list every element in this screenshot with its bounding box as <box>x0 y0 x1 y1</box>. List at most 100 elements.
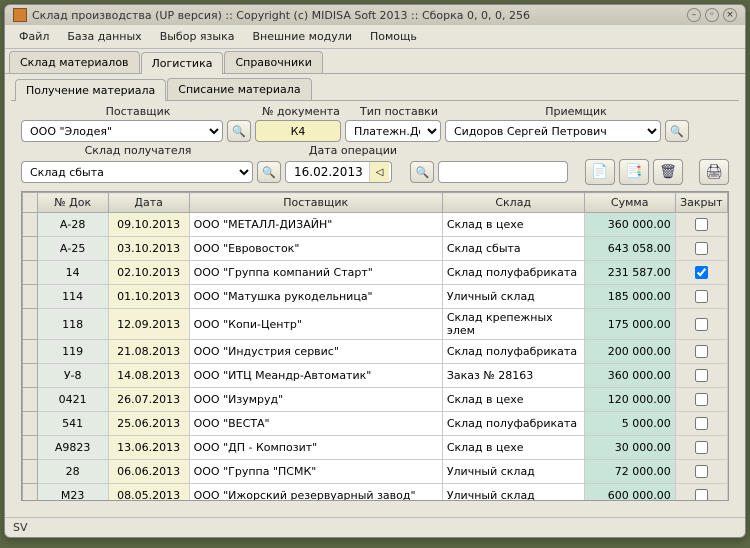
closed-checkbox[interactable] <box>695 218 708 231</box>
menu-lang[interactable]: Выбор языка <box>152 27 243 46</box>
cell-sum[interactable]: 200 000.00 <box>584 340 675 364</box>
cell-closed[interactable] <box>675 412 727 436</box>
cell-supplier[interactable]: ООО "Ижорский резервуарный завод" <box>189 484 442 502</box>
table-row[interactable]: М2308.05.2013ООО "Ижорский резервуарный … <box>23 484 728 502</box>
cell-warehouse[interactable]: Склад в цехе <box>442 213 584 237</box>
cell-sum[interactable]: 5 000.00 <box>584 412 675 436</box>
cell-doc[interactable]: А-28 <box>37 213 108 237</box>
cell-supplier[interactable]: ООО "Изумруд" <box>189 388 442 412</box>
cell-date[interactable]: 12.09.2013 <box>108 309 189 340</box>
cell-warehouse[interactable]: Склад сбыта <box>442 237 584 261</box>
cell-doc[interactable]: А-25 <box>37 237 108 261</box>
closed-checkbox[interactable] <box>695 489 708 501</box>
receiver-select[interactable]: Сидоров Сергей Петрович <box>445 120 661 142</box>
closed-checkbox[interactable] <box>695 465 708 478</box>
cell-date[interactable]: 25.06.2013 <box>108 412 189 436</box>
col-wh[interactable]: Склад <box>442 193 584 213</box>
menu-file[interactable]: Файл <box>11 27 57 46</box>
cell-supplier[interactable]: ООО "Индустрия сервис" <box>189 340 442 364</box>
cell-doc[interactable]: М23 <box>37 484 108 502</box>
closed-checkbox[interactable] <box>695 441 708 454</box>
data-grid[interactable]: № Док Дата Поставщик Склад Сумма Закрыт … <box>21 191 729 501</box>
tab-writeoff[interactable]: Списание материала <box>167 78 311 100</box>
table-row[interactable]: 1402.10.2013ООО "Группа компаний Старт"С… <box>23 261 728 285</box>
cell-sum[interactable]: 120 000.00 <box>584 388 675 412</box>
cell-closed[interactable] <box>675 213 727 237</box>
cell-doc[interactable]: 28 <box>37 460 108 484</box>
cell-warehouse[interactable]: Уличный склад <box>442 460 584 484</box>
table-row[interactable]: 11401.10.2013ООО "Матушка рукодельница"У… <box>23 285 728 309</box>
cell-sum[interactable]: 185 000.00 <box>584 285 675 309</box>
cell-doc[interactable]: 14 <box>37 261 108 285</box>
table-row[interactable]: А-2503.10.2013ООО "Евровосток"Склад сбыт… <box>23 237 728 261</box>
cell-date[interactable]: 03.10.2013 <box>108 237 189 261</box>
close-button[interactable]: × <box>723 8 737 22</box>
cell-date[interactable]: 08.05.2013 <box>108 484 189 502</box>
cell-supplier[interactable]: ООО "МЕТАЛЛ-ДИЗАЙН" <box>189 213 442 237</box>
table-row[interactable]: А-2809.10.2013ООО "МЕТАЛЛ-ДИЗАЙН"Склад в… <box>23 213 728 237</box>
print-button[interactable]: 🖨 <box>699 159 729 185</box>
destwh-select[interactable]: Склад сбыта <box>21 161 253 183</box>
cell-closed[interactable] <box>675 364 727 388</box>
col-doc[interactable]: № Док <box>37 193 108 213</box>
cell-closed[interactable] <box>675 261 727 285</box>
table-row[interactable]: 11921.08.2013ООО "Индустрия сервис"Склад… <box>23 340 728 364</box>
cell-date[interactable]: 14.08.2013 <box>108 364 189 388</box>
cell-supplier[interactable]: ООО "ВЕСТА" <box>189 412 442 436</box>
cell-sum[interactable]: 175 000.00 <box>584 309 675 340</box>
cell-date[interactable]: 26.07.2013 <box>108 388 189 412</box>
table-row[interactable]: 11812.09.2013ООО "Копи-Центр"Склад крепе… <box>23 309 728 340</box>
cell-warehouse[interactable]: Уличный склад <box>442 484 584 502</box>
receiver-lookup-button[interactable]: 🔍 <box>665 120 689 142</box>
maximize-button[interactable]: ◦ <box>705 8 719 22</box>
opdate-prev-button[interactable]: ◁ <box>369 162 390 182</box>
supplier-lookup-button[interactable]: 🔍 <box>227 120 251 142</box>
cell-sum[interactable]: 72 000.00 <box>584 460 675 484</box>
cell-warehouse[interactable]: Склад полуфабриката <box>442 412 584 436</box>
tab-materials[interactable]: Склад материалов <box>9 51 140 73</box>
cell-date[interactable]: 06.06.2013 <box>108 460 189 484</box>
table-row[interactable]: 042126.07.2013ООО "Изумруд"Склад в цехе1… <box>23 388 728 412</box>
table-row[interactable]: А982313.06.2013ООО "ДП - Композит"Склад … <box>23 436 728 460</box>
col-sup[interactable]: Поставщик <box>189 193 442 213</box>
destwh-lookup-button[interactable]: 🔍 <box>257 161 281 183</box>
table-row[interactable]: 54125.06.2013ООО "ВЕСТА"Склад полуфабрик… <box>23 412 728 436</box>
cell-sum[interactable]: 600 000.00 <box>584 484 675 502</box>
action-button-3[interactable]: 🗑 <box>653 159 683 185</box>
search-button[interactable]: 🔍 <box>410 161 434 183</box>
cell-warehouse[interactable]: Склад крепежных элем <box>442 309 584 340</box>
cell-warehouse[interactable]: Заказ № 28163 <box>442 364 584 388</box>
action-button-1[interactable]: 📄 <box>585 159 615 185</box>
col-date[interactable]: Дата <box>108 193 189 213</box>
cell-closed[interactable] <box>675 460 727 484</box>
tab-logistics[interactable]: Логистика <box>141 52 224 74</box>
cell-sum[interactable]: 30 000.00 <box>584 436 675 460</box>
tab-receive[interactable]: Получение материала <box>15 79 166 101</box>
cell-closed[interactable] <box>675 309 727 340</box>
cell-closed[interactable] <box>675 484 727 502</box>
closed-checkbox[interactable] <box>695 242 708 255</box>
closed-checkbox[interactable] <box>695 345 708 358</box>
minimize-button[interactable]: – <box>687 8 701 22</box>
cell-sum[interactable]: 360 000.00 <box>584 364 675 388</box>
col-closed[interactable]: Закрыт <box>675 193 727 213</box>
closed-checkbox[interactable] <box>695 266 708 279</box>
cell-warehouse[interactable]: Склад в цехе <box>442 436 584 460</box>
cell-warehouse[interactable]: Склад полуфабриката <box>442 340 584 364</box>
cell-supplier[interactable]: ООО "ИТЦ Меандр-Автоматик" <box>189 364 442 388</box>
cell-closed[interactable] <box>675 388 727 412</box>
closed-checkbox[interactable] <box>695 290 708 303</box>
cell-closed[interactable] <box>675 340 727 364</box>
cell-doc[interactable]: А9823 <box>37 436 108 460</box>
cell-closed[interactable] <box>675 436 727 460</box>
cell-doc[interactable]: 114 <box>37 285 108 309</box>
cell-warehouse[interactable]: Склад полуфабриката <box>442 261 584 285</box>
cell-date[interactable]: 09.10.2013 <box>108 213 189 237</box>
cell-sum[interactable]: 643 058.00 <box>584 237 675 261</box>
cell-doc[interactable]: 119 <box>37 340 108 364</box>
closed-checkbox[interactable] <box>695 417 708 430</box>
table-row[interactable]: У-814.08.2013ООО "ИТЦ Меандр-Автоматик"З… <box>23 364 728 388</box>
cell-doc[interactable]: У-8 <box>37 364 108 388</box>
search-input[interactable] <box>438 161 568 183</box>
opdate-input[interactable]: 16.02.2013 ◁ <box>285 161 392 183</box>
